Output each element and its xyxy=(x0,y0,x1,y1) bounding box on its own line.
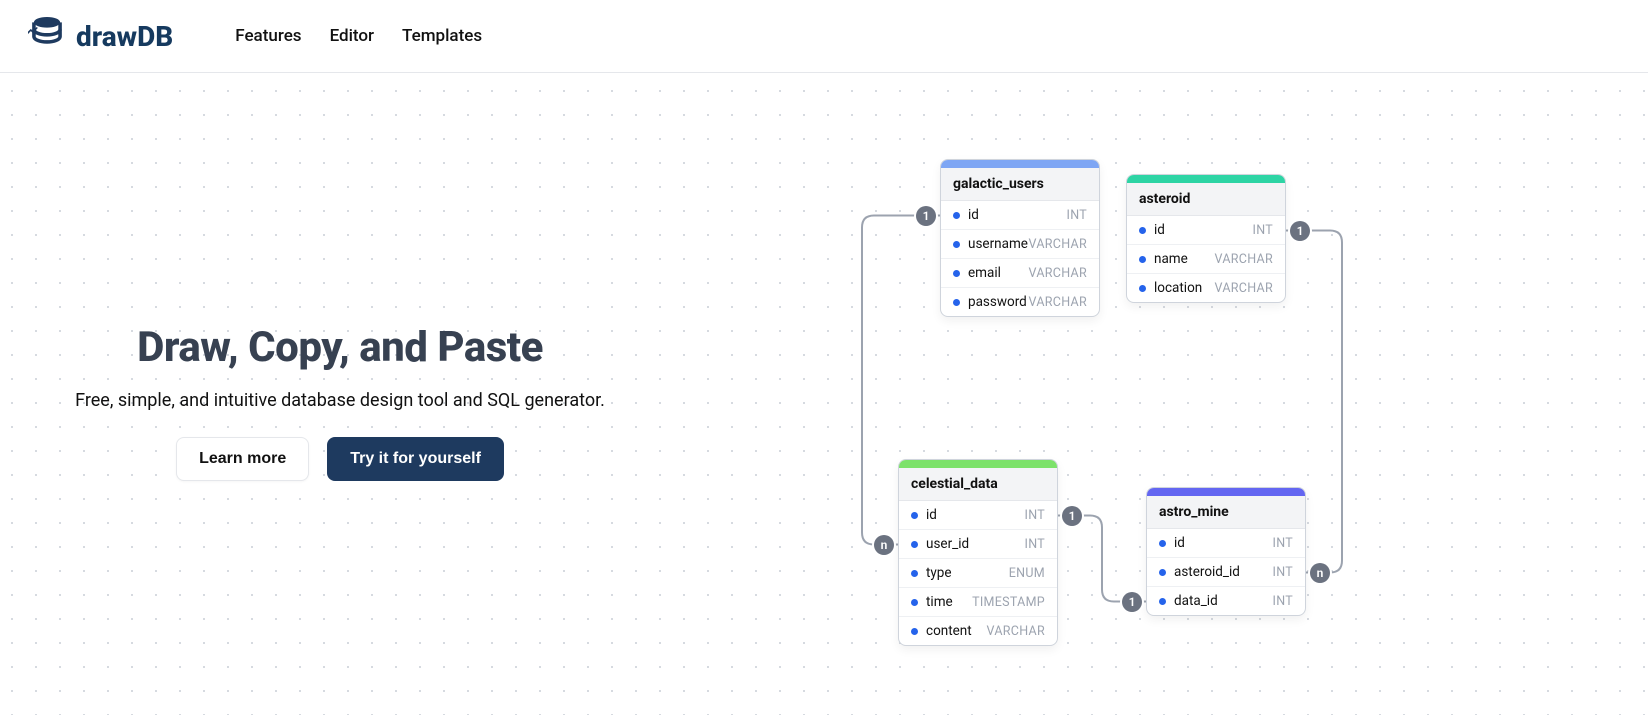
column-dot-icon xyxy=(911,628,918,635)
column-type: INT xyxy=(1067,208,1088,223)
column-type[interactable]: type ENUM xyxy=(899,559,1057,588)
column-type: TIMESTAMP xyxy=(972,595,1045,610)
hero-text: Draw, Copy, and Paste Free, simple, and … xyxy=(60,323,620,481)
database-icon xyxy=(28,14,66,59)
column-name: location xyxy=(1154,280,1202,296)
column-type: VARCHAR xyxy=(1215,281,1273,296)
hero-section: Draw, Copy, and Paste Free, simple, and … xyxy=(0,72,1648,715)
column-dot-icon xyxy=(953,212,960,219)
table-color-bar xyxy=(1127,175,1285,183)
column-content[interactable]: content VARCHAR xyxy=(899,617,1057,645)
column-dot-icon xyxy=(1159,598,1166,605)
table-title: celestial_data xyxy=(899,468,1057,501)
column-dot-icon xyxy=(953,241,960,248)
column-name: id xyxy=(926,507,937,523)
brand-name: drawDB xyxy=(76,20,173,53)
column-dot-icon xyxy=(953,299,960,306)
column-dot-icon xyxy=(1159,569,1166,576)
table-color-bar xyxy=(941,160,1099,168)
column-name: email xyxy=(968,265,1001,281)
column-type: VARCHAR xyxy=(1029,295,1087,310)
column-type: INT xyxy=(1273,565,1294,580)
brand[interactable]: drawDB xyxy=(28,14,173,59)
column-location[interactable]: location VARCHAR xyxy=(1127,274,1285,302)
column-type: INT xyxy=(1253,223,1274,238)
nav-link-features[interactable]: Features xyxy=(235,26,301,46)
column-email[interactable]: email VARCHAR xyxy=(941,259,1099,288)
column-type: VARCHAR xyxy=(1215,252,1273,267)
column-name: content xyxy=(926,623,972,639)
learn-more-button[interactable]: Learn more xyxy=(176,437,309,481)
column-asteroid_id[interactable]: asteroid_id INT xyxy=(1147,558,1305,587)
top-nav: drawDB Features Editor Templates xyxy=(0,0,1648,72)
table-title: astro_mine xyxy=(1147,496,1305,529)
table-color-bar xyxy=(899,460,1057,468)
column-id[interactable]: id INT xyxy=(899,501,1057,530)
column-name: id xyxy=(968,207,979,223)
column-user_id[interactable]: user_id INT xyxy=(899,530,1057,559)
table-color-bar xyxy=(1147,488,1305,496)
column-name[interactable]: name VARCHAR xyxy=(1127,245,1285,274)
column-dot-icon xyxy=(911,570,918,577)
column-type: VARCHAR xyxy=(987,624,1045,639)
column-type: INT xyxy=(1025,508,1046,523)
column-type: VARCHAR xyxy=(1029,266,1087,281)
column-dot-icon xyxy=(953,270,960,277)
column-type: INT xyxy=(1273,536,1294,551)
nav-links: Features Editor Templates xyxy=(235,26,482,46)
column-id[interactable]: id INT xyxy=(941,201,1099,230)
column-dot-icon xyxy=(1139,256,1146,263)
table-asteroid[interactable]: asteroid id INT name VARCHAR location VARCHAR xyxy=(1126,174,1286,303)
column-id[interactable]: id INT xyxy=(1147,529,1305,558)
hero-headline: Draw, Copy, and Paste xyxy=(60,323,620,372)
column-name: data_id xyxy=(1174,593,1218,609)
hero-subhead: Free, simple, and intuitive database des… xyxy=(60,390,620,411)
column-data_id[interactable]: data_id INT xyxy=(1147,587,1305,615)
nav-link-templates[interactable]: Templates xyxy=(402,26,482,46)
try-it-button[interactable]: Try it for yourself xyxy=(327,437,504,481)
column-dot-icon xyxy=(1139,227,1146,234)
column-username[interactable]: usernameVARCHAR xyxy=(941,230,1099,259)
column-name: password xyxy=(968,294,1027,310)
column-type: VARCHAR xyxy=(1029,237,1087,252)
nav-link-editor[interactable]: Editor xyxy=(330,26,374,46)
column-dot-icon xyxy=(911,599,918,606)
column-time[interactable]: time TIMESTAMP xyxy=(899,588,1057,617)
column-dot-icon xyxy=(1159,540,1166,547)
cardinality-badge: n xyxy=(1310,563,1330,583)
column-name: asteroid_id xyxy=(1174,564,1240,580)
table-galactic_users[interactable]: galactic_usersidINTusernameVARCHARemailV… xyxy=(940,159,1100,317)
column-dot-icon xyxy=(911,512,918,519)
column-name: id xyxy=(1174,535,1185,551)
column-type: INT xyxy=(1273,594,1294,609)
table-title: asteroid xyxy=(1127,183,1285,216)
column-password[interactable]: passwordVARCHAR xyxy=(941,288,1099,316)
cardinality-badge: 1 xyxy=(1290,221,1310,241)
column-type: INT xyxy=(1025,537,1046,552)
column-name: time xyxy=(926,594,953,610)
cardinality-badge: 1 xyxy=(1062,506,1082,526)
table-celestial_data[interactable]: celestial_dataid INT user_id INT type ENUM tim… xyxy=(898,459,1058,646)
table-title: galactic_users xyxy=(941,168,1099,201)
cta-row: Learn more Try it for yourself xyxy=(60,437,620,481)
column-name: username xyxy=(968,236,1028,252)
column-id[interactable]: id INT xyxy=(1127,216,1285,245)
column-name: id xyxy=(1154,222,1165,238)
column-dot-icon xyxy=(1139,285,1146,292)
cardinality-badge: 1 xyxy=(916,206,936,226)
table-astro_mine[interactable]: astro_mineid INT asteroid_id INT data_id INT xyxy=(1146,487,1306,616)
column-name: name xyxy=(1154,251,1188,267)
column-dot-icon xyxy=(911,541,918,548)
cardinality-badge: n xyxy=(874,535,894,555)
column-type: ENUM xyxy=(1009,566,1045,581)
column-name: type xyxy=(926,565,952,581)
cardinality-badge: 1 xyxy=(1122,592,1142,612)
column-name: user_id xyxy=(926,536,969,552)
